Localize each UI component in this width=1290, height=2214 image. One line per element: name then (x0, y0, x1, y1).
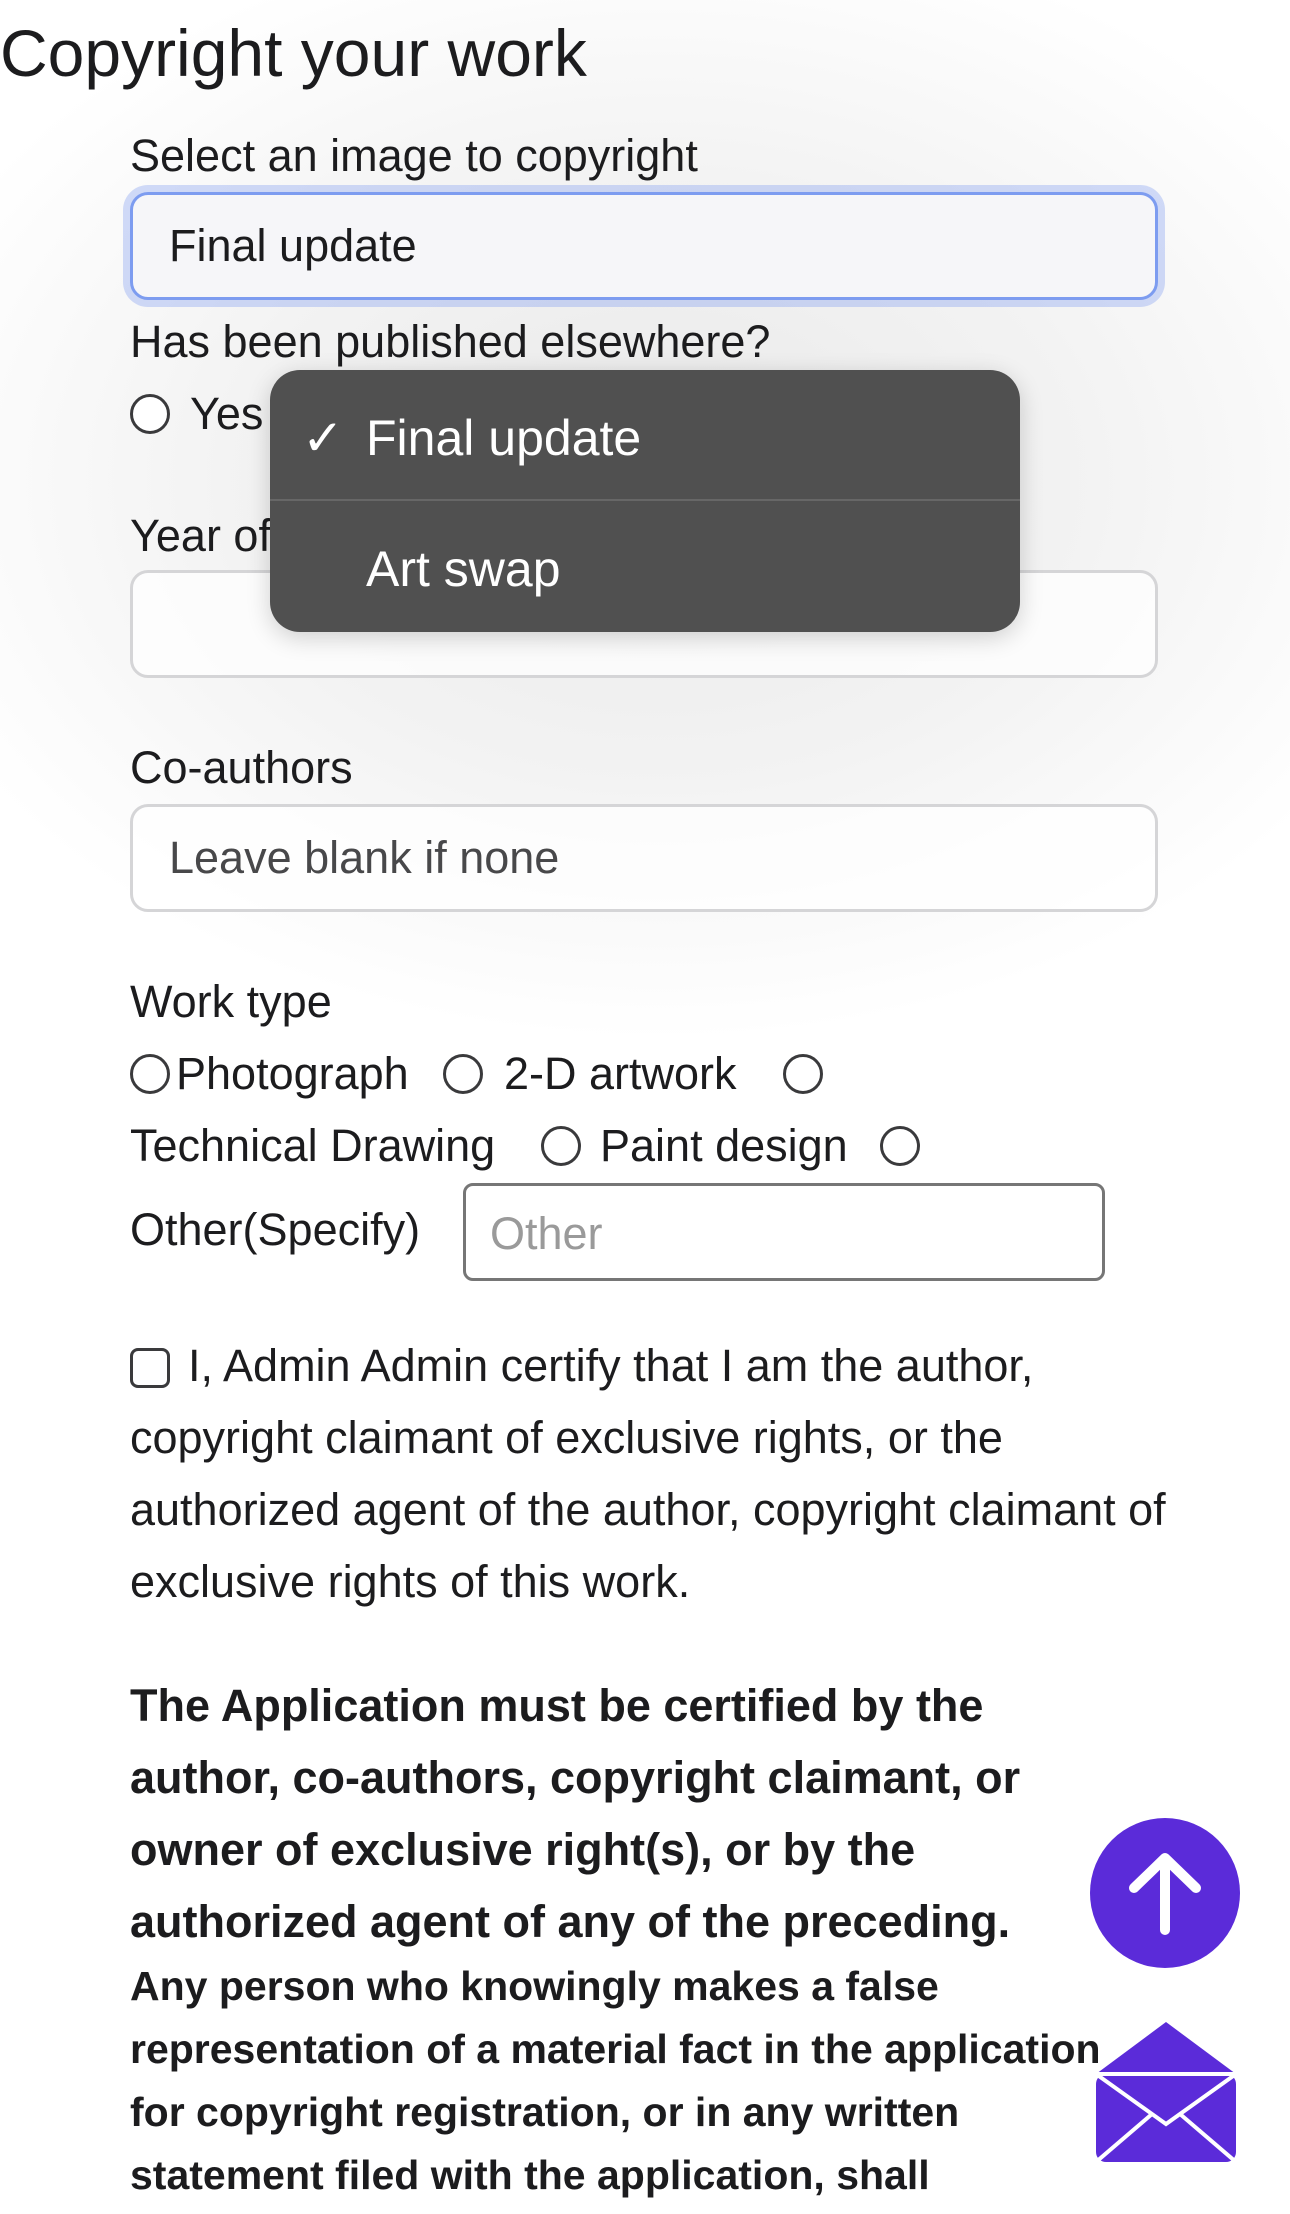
work-type-paint-design-radio[interactable] (541, 1126, 581, 1166)
published-yes-radio[interactable] (130, 394, 170, 434)
coauthors-placeholder: Leave blank if none (169, 832, 560, 883)
work-type-other-radio[interactable] (880, 1126, 920, 1166)
work-type-other-placeholder: Other (490, 1208, 603, 1259)
notice-heading: The Application must be certified by the… (130, 1680, 1021, 1947)
image-select[interactable]: Final update (130, 192, 1158, 300)
dropdown-option-label: Art swap (366, 541, 561, 597)
work-type-other-input[interactable]: Other (463, 1183, 1105, 1281)
work-type-photograph-radio[interactable] (130, 1054, 170, 1094)
published-label: Has been published elsewhere? (130, 316, 771, 367)
image-select-label: Select an image to copyright (130, 130, 698, 181)
work-type-technical-drawing-radio[interactable] (783, 1054, 823, 1094)
scroll-to-top-button[interactable] (1090, 1818, 1240, 1968)
arrow-up-icon (1129, 1853, 1201, 1935)
certification-text: I, Admin Admin certify that I am the aut… (130, 1340, 1166, 1607)
envelope-icon (1089, 2022, 1243, 2164)
dropdown-option-art-swap[interactable]: Art swap (270, 501, 1020, 632)
work-type-2d-artwork-label: 2-D artwork (504, 1048, 737, 1099)
year-label: Year of (130, 510, 271, 561)
notice-warning: Any person who knowingly makes a false r… (130, 1963, 1101, 2198)
work-type-photograph-label: Photograph (176, 1048, 409, 1099)
work-type-technical-drawing-label: Technical Drawing (130, 1120, 496, 1171)
published-yes-label: Yes (190, 388, 264, 439)
dropdown-option-final-update[interactable]: ✓ Final update (270, 370, 1020, 501)
work-type-paint-design-label: Paint design (600, 1120, 848, 1171)
work-type-label: Work type (130, 976, 332, 1027)
work-type-2d-artwork-radio[interactable] (443, 1054, 483, 1094)
coauthors-input[interactable]: Leave blank if none (130, 804, 1158, 912)
dropdown-option-label: Final update (366, 410, 642, 466)
page-title: Copyright your work (0, 16, 587, 90)
coauthors-label: Co-authors (130, 742, 353, 793)
mail-button[interactable] (1089, 2016, 1243, 2168)
work-type-other-label: Other(Specify) (130, 1204, 421, 1255)
checkmark-icon: ✓ (302, 410, 344, 466)
image-select-value: Final update (169, 220, 417, 271)
image-select-dropdown: ✓ Final update Art swap (270, 370, 1020, 632)
